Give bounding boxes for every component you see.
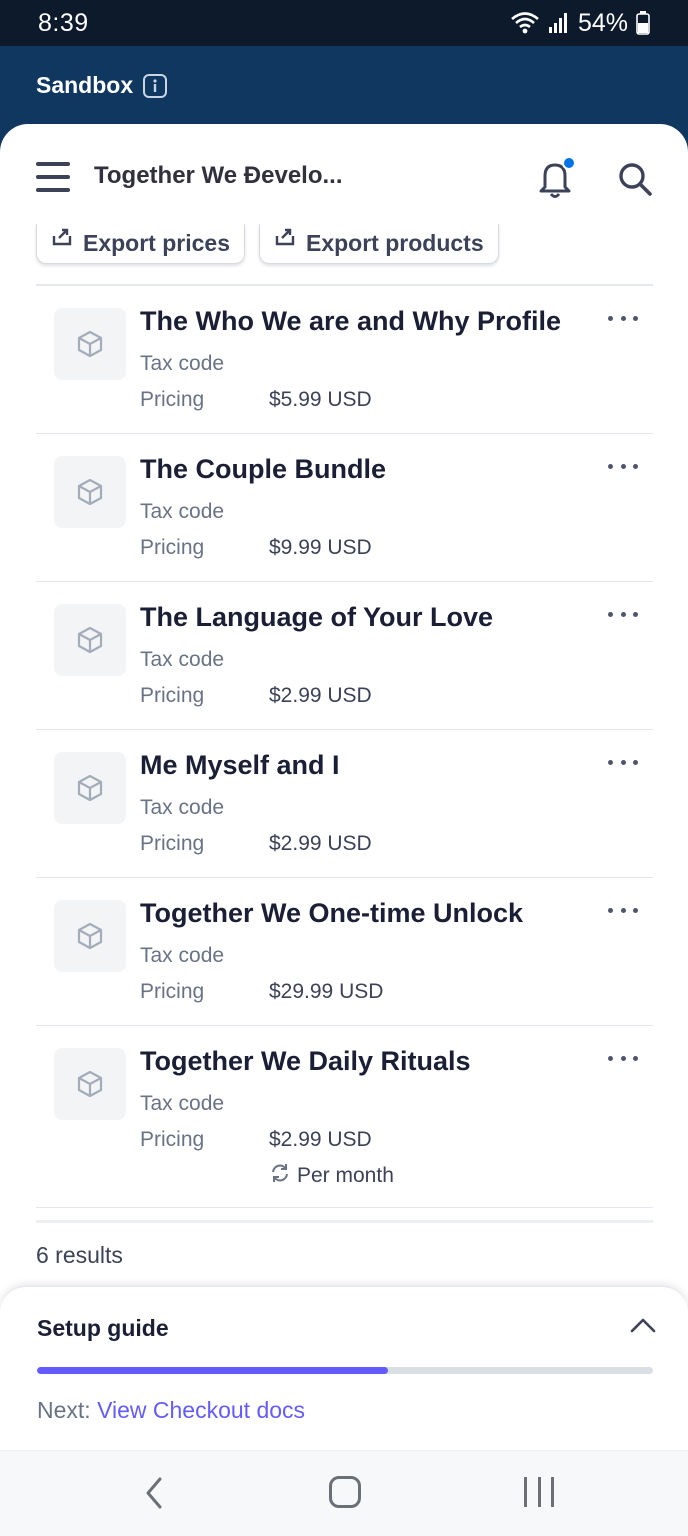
results-count: 6 results: [36, 1242, 123, 1268]
export-products-button[interactable]: Export products: [259, 224, 499, 264]
status-indicators: 54%: [510, 9, 650, 38]
pricing-label: Pricing: [140, 684, 205, 707]
tax-code-label: Tax code: [140, 500, 225, 523]
setup-progress-fill: [37, 1367, 389, 1374]
tax-code-label: Tax code: [140, 944, 225, 967]
more-icon[interactable]: [608, 456, 638, 476]
product-name: Together We One-time Unlock: [140, 898, 524, 928]
product-box-icon: [54, 456, 126, 528]
more-icon[interactable]: [608, 1048, 638, 1068]
product-box-icon: [54, 900, 126, 972]
bell-icon: [536, 163, 576, 204]
export-prices-label: Export prices: [83, 230, 230, 256]
system-nav-bar: [0, 1450, 688, 1536]
info-icon[interactable]: [143, 73, 168, 98]
search-icon[interactable]: [616, 160, 654, 198]
main-sheet: Together We Ɖevelo... Export prices Expo…: [0, 124, 688, 1450]
recurrence-label: Per month: [297, 1164, 394, 1187]
product-box-icon: [54, 308, 126, 380]
tax-code-label: Tax code: [140, 648, 225, 671]
setup-guide-title[interactable]: Setup guide: [37, 1315, 169, 1342]
product-name: The Who We are and Why Profile: [140, 306, 562, 336]
sandbox-label-group[interactable]: Sandbox: [36, 72, 168, 99]
product-box-icon: [54, 752, 126, 824]
product-box-icon: [54, 1048, 126, 1120]
product-price: $5.99 USD: [269, 388, 372, 411]
wifi-icon: [510, 11, 540, 35]
more-icon[interactable]: [608, 308, 638, 328]
status-time: 8:39: [38, 8, 89, 37]
product-price: $9.99 USD: [269, 536, 372, 559]
product-row[interactable]: Together We Daily Rituals Tax code Prici…: [36, 1026, 653, 1208]
export-icon: [51, 225, 73, 253]
more-icon[interactable]: [608, 752, 638, 772]
product-price: $2.99 USD: [269, 1128, 372, 1151]
app-header: Together We Ɖevelo...: [0, 148, 688, 206]
tax-code-label: Tax code: [140, 1092, 225, 1115]
pricing-label: Pricing: [140, 536, 205, 559]
pricing-label: Pricing: [140, 1128, 205, 1151]
account-name[interactable]: Together We Ɖevelo...: [94, 162, 343, 190]
chevron-up-icon[interactable]: [628, 1313, 658, 1337]
setup-next-step: Next: View Checkout docs: [37, 1397, 305, 1424]
product-name: Together We Daily Rituals: [140, 1046, 471, 1076]
notifications-button[interactable]: [536, 156, 576, 200]
home-icon[interactable]: [329, 1476, 361, 1508]
tax-code-label: Tax code: [140, 352, 225, 375]
export-toolbar: Export prices Export products: [36, 224, 499, 264]
product-row[interactable]: Me Myself and I Tax code Pricing $2.99 U…: [36, 730, 653, 878]
product-price: $2.99 USD: [269, 684, 372, 707]
pricing-label: Pricing: [140, 980, 205, 1003]
product-price: $29.99 USD: [269, 980, 384, 1003]
pricing-label: Pricing: [140, 832, 205, 855]
view-checkout-docs-link[interactable]: View Checkout docs: [97, 1397, 305, 1423]
export-prices-button[interactable]: Export prices: [36, 224, 245, 264]
product-row[interactable]: The Who We are and Why Profile Tax code …: [36, 286, 653, 434]
sandbox-label: Sandbox: [36, 72, 134, 98]
setup-progress-bar: [37, 1367, 653, 1374]
recurring-icon: [269, 1162, 291, 1190]
tax-code-label: Tax code: [140, 796, 225, 819]
back-icon[interactable]: [140, 1475, 170, 1511]
battery-icon: [636, 11, 650, 35]
product-list: The Who We are and Why Profile Tax code …: [36, 286, 653, 1208]
setup-guide-panel: Setup guide Next: View Checkout docs: [0, 1286, 688, 1450]
product-name: The Couple Bundle: [140, 454, 386, 484]
signal-icon: [548, 12, 570, 34]
pricing-label: Pricing: [140, 388, 205, 411]
more-icon[interactable]: [608, 604, 638, 624]
next-prefix: Next:: [37, 1397, 98, 1423]
notification-dot: [562, 156, 576, 170]
product-box-icon: [54, 604, 126, 676]
recurrence: Per month: [269, 1162, 394, 1190]
divider: [36, 1220, 653, 1223]
product-row[interactable]: Together We One-time Unlock Tax code Pri…: [36, 878, 653, 1026]
product-price: $2.99 USD: [269, 832, 372, 855]
product-row[interactable]: The Language of Your Love Tax code Prici…: [36, 582, 653, 730]
status-bar: 8:39 54%: [0, 0, 688, 46]
recent-apps-icon[interactable]: [524, 1477, 554, 1507]
export-icon: [274, 225, 296, 253]
product-name: The Language of Your Love: [140, 602, 494, 632]
battery-percent: 54%: [577, 8, 628, 37]
export-products-label: Export products: [306, 230, 484, 256]
menu-icon[interactable]: [36, 162, 70, 192]
product-row[interactable]: The Couple Bundle Tax code Pricing $9.99…: [36, 434, 653, 582]
more-icon[interactable]: [608, 900, 638, 920]
product-name: Me Myself and I: [140, 750, 340, 780]
